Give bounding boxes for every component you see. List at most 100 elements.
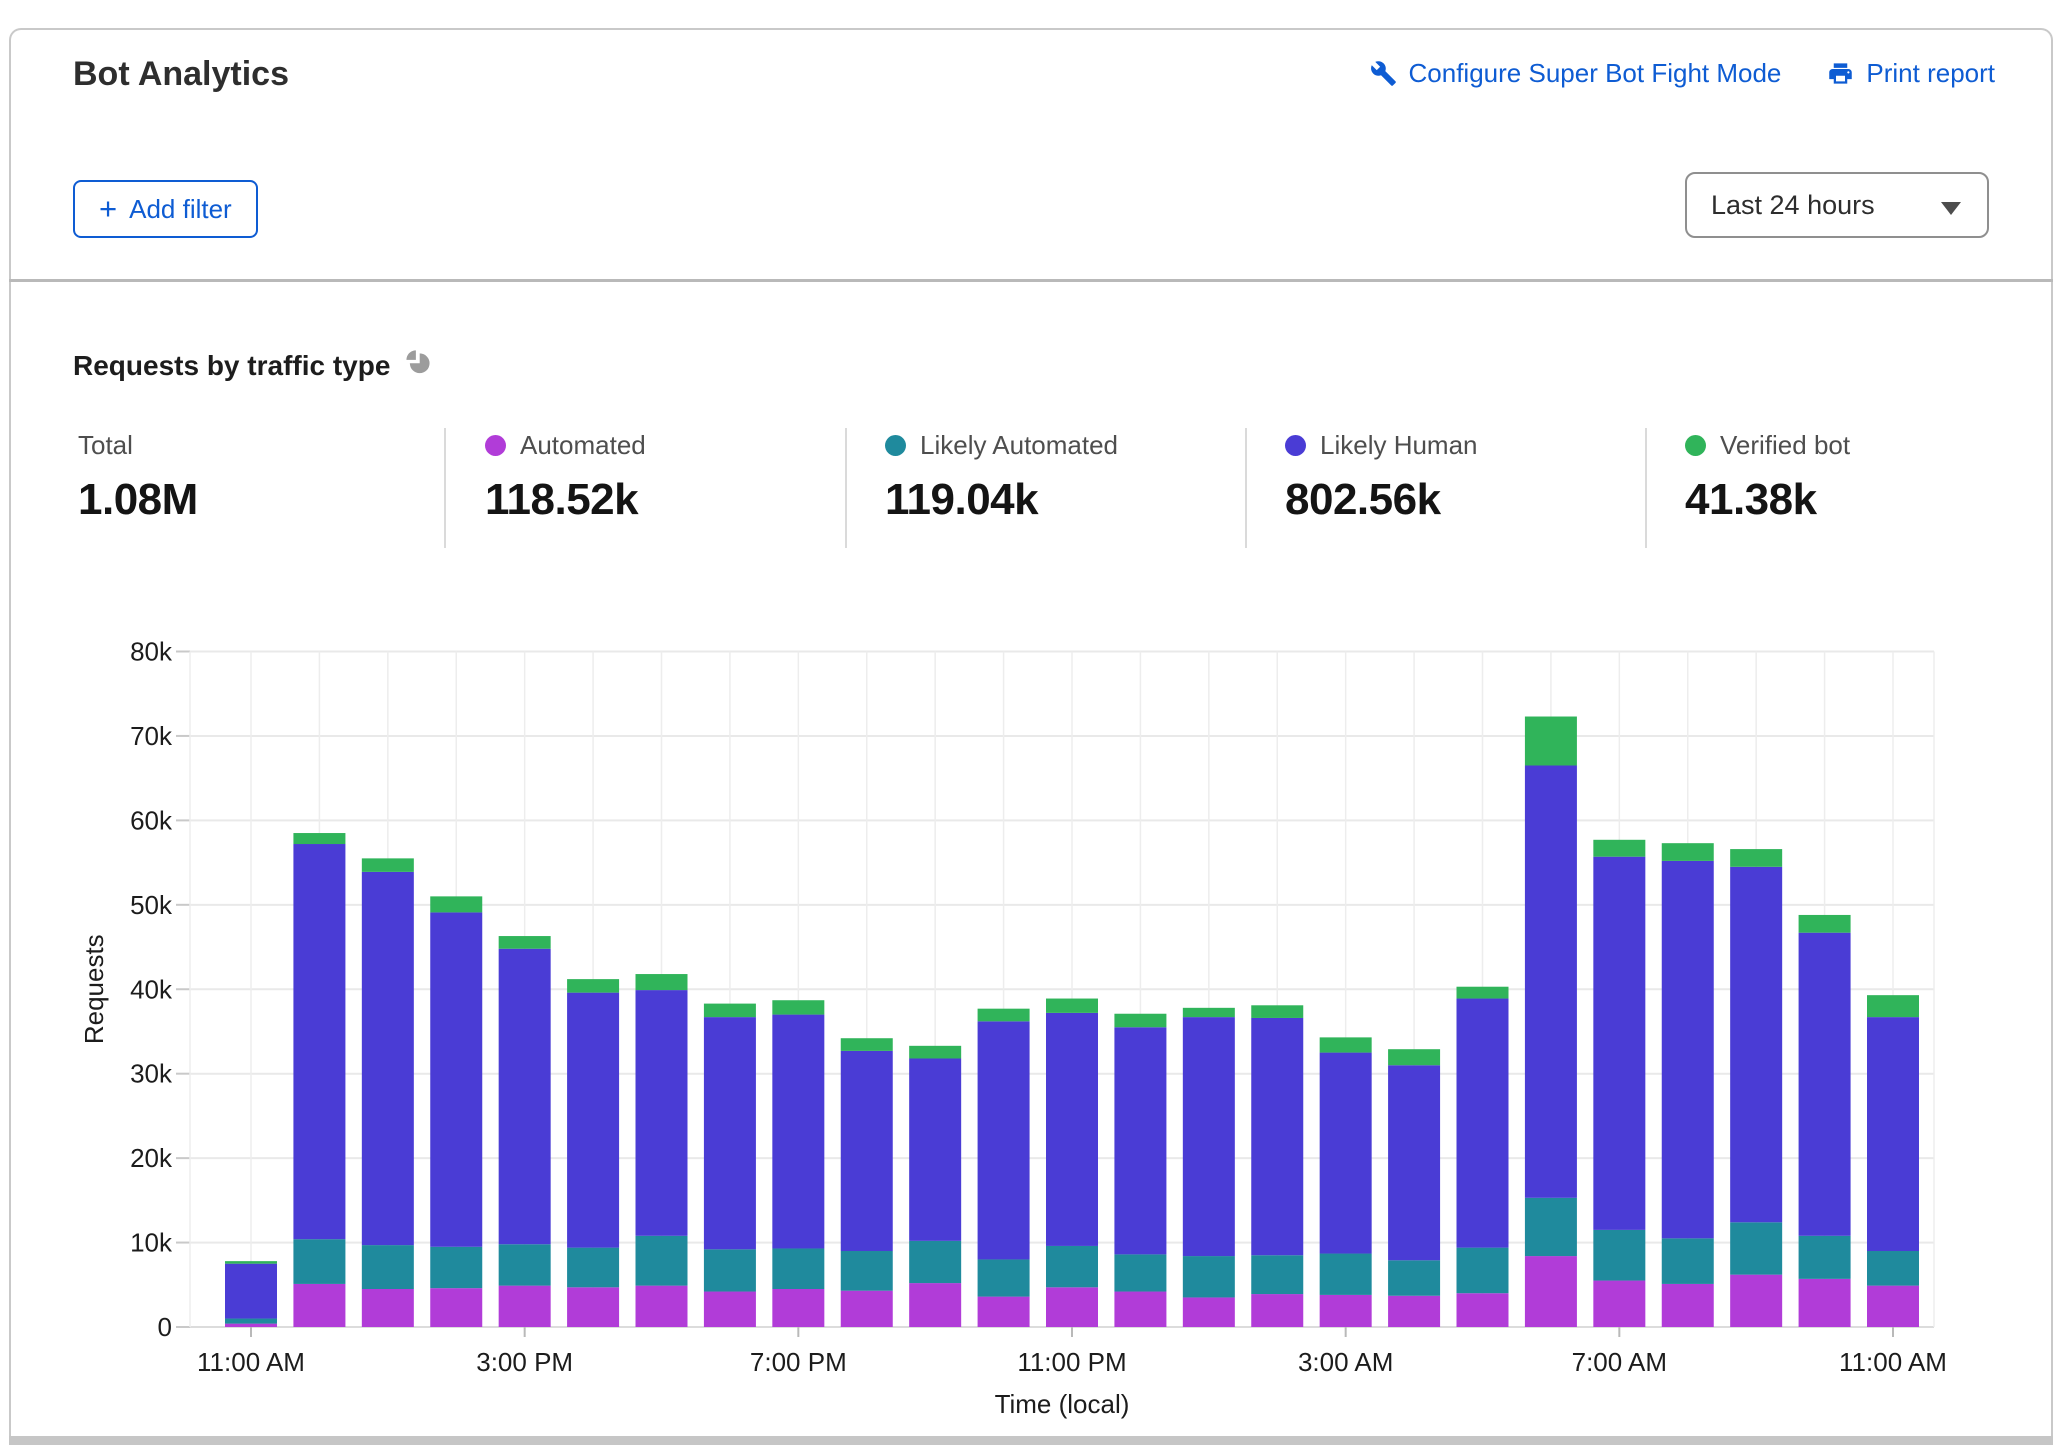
- bar-segment[interactable]: [1251, 1018, 1303, 1255]
- bar-segment[interactable]: [704, 1292, 756, 1327]
- bar-segment[interactable]: [978, 1009, 1030, 1022]
- bar-segment[interactable]: [1320, 1037, 1372, 1052]
- bar-segment[interactable]: [1457, 1248, 1509, 1294]
- bar-segment[interactable]: [1662, 861, 1714, 1238]
- stacked-bar[interactable]: [1114, 1014, 1166, 1327]
- bar-segment[interactable]: [362, 1289, 414, 1327]
- stacked-bar[interactable]: [225, 1261, 277, 1327]
- bar-segment[interactable]: [430, 1288, 482, 1327]
- traffic-chart[interactable]: 010k20k30k40k50k60k70k80k11:00 AM3:00 PM…: [0, 620, 2062, 1438]
- bar-segment[interactable]: [362, 858, 414, 872]
- bar-segment[interactable]: [772, 1015, 824, 1249]
- bar-segment[interactable]: [1730, 867, 1782, 1222]
- bar-segment[interactable]: [1046, 1287, 1098, 1327]
- bar-segment[interactable]: [1320, 1053, 1372, 1254]
- bar-segment[interactable]: [1593, 1281, 1645, 1327]
- bar-segment[interactable]: [772, 1289, 824, 1327]
- bar-segment[interactable]: [636, 974, 688, 990]
- bar-segment[interactable]: [1114, 1014, 1166, 1028]
- bar-segment[interactable]: [1320, 1254, 1372, 1295]
- bar-segment[interactable]: [499, 949, 551, 1245]
- stacked-bar[interactable]: [909, 1046, 961, 1327]
- bar-segment[interactable]: [430, 1247, 482, 1288]
- stacked-bar[interactable]: [1251, 1005, 1303, 1327]
- bar-segment[interactable]: [1799, 933, 1851, 1236]
- bar-segment[interactable]: [841, 1038, 893, 1051]
- stacked-bar[interactable]: [841, 1038, 893, 1327]
- bar-segment[interactable]: [1183, 1017, 1235, 1256]
- bar-segment[interactable]: [978, 1021, 1030, 1259]
- bar-segment[interactable]: [978, 1259, 1030, 1296]
- bar-segment[interactable]: [1730, 1222, 1782, 1274]
- bar-segment[interactable]: [225, 1264, 277, 1319]
- stacked-bar[interactable]: [430, 896, 482, 1327]
- bar-segment[interactable]: [636, 990, 688, 1236]
- bar-segment[interactable]: [1525, 717, 1577, 766]
- bar-segment[interactable]: [1457, 987, 1509, 999]
- configure-super-bot-fight-mode-link[interactable]: Configure Super Bot Fight Mode: [1370, 58, 1782, 89]
- bar-segment[interactable]: [1525, 765, 1577, 1197]
- bar-segment[interactable]: [1251, 1255, 1303, 1294]
- bar-segment[interactable]: [1867, 995, 1919, 1017]
- bar-segment[interactable]: [1046, 999, 1098, 1013]
- stacked-bar[interactable]: [293, 833, 345, 1327]
- bar-segment[interactable]: [1593, 1230, 1645, 1281]
- bar-segment[interactable]: [567, 979, 619, 993]
- stacked-bar[interactable]: [499, 936, 551, 1327]
- bar-segment[interactable]: [362, 1245, 414, 1289]
- bar-segment[interactable]: [636, 1236, 688, 1286]
- bar-segment[interactable]: [1867, 1251, 1919, 1286]
- stacked-bar[interactable]: [1388, 1049, 1440, 1327]
- bar-segment[interactable]: [1388, 1065, 1440, 1260]
- stacked-bar[interactable]: [567, 979, 619, 1327]
- bar-segment[interactable]: [909, 1241, 961, 1283]
- bar-segment[interactable]: [1799, 915, 1851, 933]
- bar-segment[interactable]: [1251, 1005, 1303, 1018]
- bar-segment[interactable]: [1730, 1275, 1782, 1327]
- stacked-bar[interactable]: [636, 974, 688, 1327]
- bar-segment[interactable]: [499, 936, 551, 949]
- bar-segment[interactable]: [1046, 1013, 1098, 1246]
- print-report-link[interactable]: Print report: [1827, 58, 1995, 89]
- stacked-bar[interactable]: [978, 1009, 1030, 1327]
- bar-segment[interactable]: [567, 1248, 619, 1288]
- bar-segment[interactable]: [1388, 1049, 1440, 1065]
- bar-segment[interactable]: [225, 1319, 277, 1324]
- stacked-bar[interactable]: [1662, 843, 1714, 1327]
- stacked-bar[interactable]: [1320, 1037, 1372, 1327]
- bar-segment[interactable]: [1320, 1295, 1372, 1327]
- bar-segment[interactable]: [1593, 840, 1645, 857]
- bar-segment[interactable]: [1114, 1254, 1166, 1291]
- bar-segment[interactable]: [704, 1004, 756, 1018]
- bar-segment[interactable]: [704, 1017, 756, 1249]
- bar-segment[interactable]: [1183, 1256, 1235, 1297]
- bar-segment[interactable]: [909, 1283, 961, 1327]
- bar-segment[interactable]: [1662, 1238, 1714, 1284]
- bar-segment[interactable]: [1251, 1294, 1303, 1327]
- stacked-bar[interactable]: [1799, 915, 1851, 1327]
- bar-segment[interactable]: [293, 1239, 345, 1284]
- bar-segment[interactable]: [567, 993, 619, 1248]
- stacked-bar[interactable]: [1730, 849, 1782, 1327]
- stacked-bar[interactable]: [772, 1000, 824, 1327]
- bar-segment[interactable]: [225, 1261, 277, 1264]
- bar-segment[interactable]: [567, 1287, 619, 1327]
- bar-segment[interactable]: [1388, 1296, 1440, 1327]
- bar-segment[interactable]: [499, 1244, 551, 1285]
- bar-segment[interactable]: [636, 1286, 688, 1327]
- bar-segment[interactable]: [1799, 1279, 1851, 1327]
- bar-segment[interactable]: [1183, 1008, 1235, 1017]
- bar-segment[interactable]: [704, 1249, 756, 1291]
- bar-segment[interactable]: [1867, 1286, 1919, 1327]
- bar-segment[interactable]: [978, 1297, 1030, 1327]
- stacked-bar[interactable]: [1525, 717, 1577, 1327]
- bar-segment[interactable]: [841, 1291, 893, 1327]
- bar-segment[interactable]: [1867, 1017, 1919, 1251]
- bar-segment[interactable]: [1593, 857, 1645, 1230]
- bar-segment[interactable]: [1730, 849, 1782, 867]
- stacked-bar[interactable]: [1867, 995, 1919, 1327]
- stacked-bar[interactable]: [1457, 987, 1509, 1327]
- bar-segment[interactable]: [293, 1284, 345, 1327]
- bar-segment[interactable]: [1799, 1236, 1851, 1279]
- bar-segment[interactable]: [772, 1000, 824, 1014]
